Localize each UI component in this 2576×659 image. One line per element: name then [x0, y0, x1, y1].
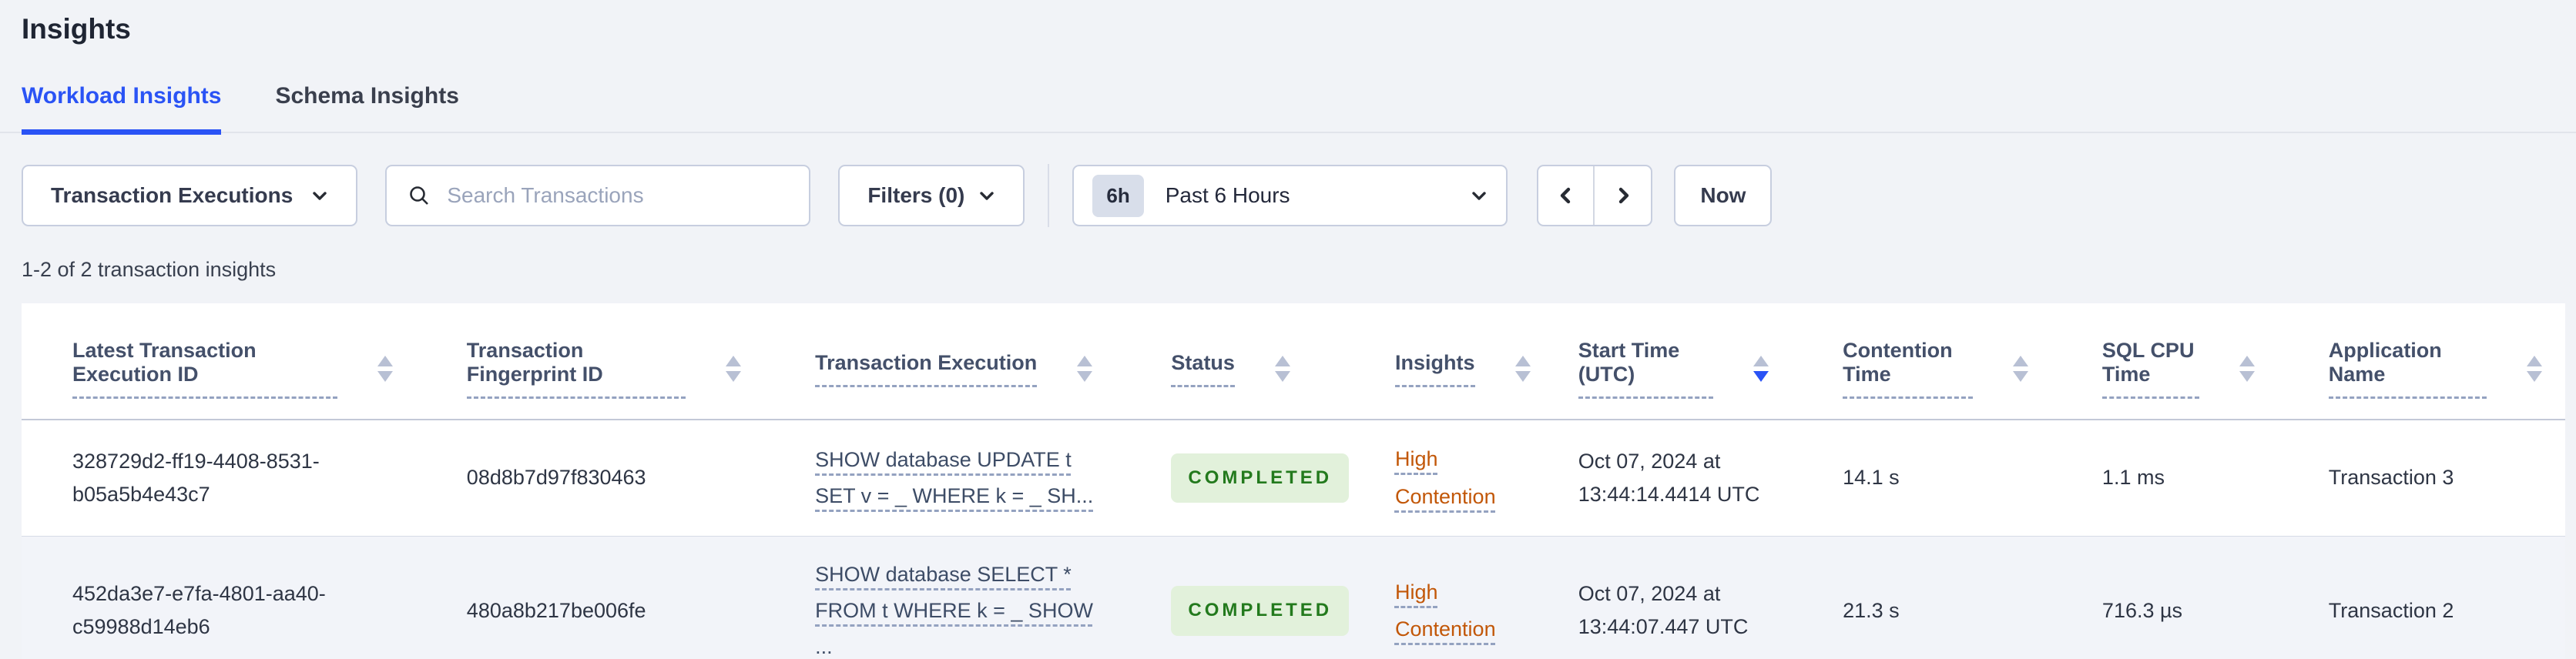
cell-start-time: Oct 07, 2024 at 13:44:07.447 UTC — [1578, 582, 1749, 639]
sort-icon — [1077, 356, 1093, 383]
insight-link[interactable]: High Contention — [1395, 447, 1496, 508]
status-badge: COMPLETED — [1171, 453, 1350, 503]
page-title: Insights — [22, 13, 131, 45]
cell-contention-time: 21.3 s — [1843, 598, 1900, 622]
execution-type-dropdown[interactable]: Transaction Executions — [22, 165, 358, 227]
header-latest-transaction-execution-id[interactable]: Latest Transaction Execution ID — [22, 303, 416, 421]
chevron-down-icon — [313, 192, 327, 201]
execution-type-label: Transaction Executions — [51, 183, 293, 208]
header-contention-time[interactable]: Contention Time — [1792, 303, 2051, 421]
sort-icon — [1514, 356, 1531, 383]
table-header-row: Latest Transaction Execution ID Transact… — [22, 303, 2565, 421]
header-transaction-execution[interactable]: Transaction Execution — [764, 303, 1121, 421]
insight-link[interactable]: High Contention — [1395, 580, 1496, 641]
sort-icon — [1753, 356, 1769, 383]
time-range-label: Past 6 Hours — [1165, 183, 1290, 208]
cell-fingerprint-id: 08d8b7d97f830463 — [466, 466, 646, 490]
table-row: 452da3e7-e7fa-4801-aa40-c59988d14eb6 480… — [22, 536, 2565, 659]
now-label: Now — [1700, 183, 1746, 208]
cell-application-name: Transaction 2 — [2328, 598, 2454, 622]
header-status[interactable]: Status — [1120, 303, 1344, 421]
search-box — [385, 165, 811, 227]
cell-contention-time: 14.1 s — [1843, 466, 1900, 490]
header-insights[interactable]: Insights — [1343, 303, 1531, 421]
chevron-down-icon — [980, 192, 995, 201]
cell-insights: High Contention — [1344, 420, 1528, 536]
time-nav-group — [1537, 165, 1653, 227]
cell-status: COMPLETED — [1120, 536, 1350, 659]
cell-latest-execution-id: 328729d2-ff19-4408-8531-b05a5b4e43c7 — [72, 449, 320, 506]
cell-fingerprint-id: 480a8b217be006fe — [466, 598, 646, 622]
cell-status: COMPLETED — [1120, 420, 1350, 536]
cell-application-name: Transaction 3 — [2328, 466, 2454, 490]
cell-transaction-execution: SHOW database UPDATE t SET v = _ WHERE k… — [764, 420, 1120, 536]
header-sql-cpu-time[interactable]: SQL CPU Time — [2051, 303, 2278, 421]
cell-start-time: Oct 07, 2024 at 13:44:14.4414 UTC — [1578, 449, 1760, 506]
chevron-down-icon — [1472, 192, 1487, 201]
previous-time-button[interactable] — [1538, 166, 1595, 226]
toolbar: Transaction Executions Filters (0) 6h Pa… — [22, 164, 2576, 228]
time-range-dropdown[interactable]: 6h Past 6 Hours — [1072, 165, 1508, 227]
toolbar-divider — [1048, 164, 1050, 228]
next-time-button[interactable] — [1595, 166, 1651, 225]
now-button[interactable]: Now — [1674, 165, 1773, 227]
chevron-left-icon — [1560, 188, 1571, 204]
transaction-insights-table: Latest Transaction Execution ID Transact… — [22, 303, 2565, 659]
tab-workload-insights[interactable]: Workload Insights — [22, 83, 222, 135]
results-summary: 1-2 of 2 transaction insights — [22, 258, 277, 282]
sort-icon — [2012, 356, 2028, 383]
header-application-name[interactable]: Application Name — [2277, 303, 2565, 421]
sort-icon — [1274, 356, 1290, 383]
cell-transaction-execution: SHOW database SELECT * FROM t WHERE k = … — [764, 536, 1120, 659]
sort-icon — [377, 356, 393, 383]
cell-insights: High Contention — [1344, 536, 1528, 659]
search-input[interactable] — [447, 183, 790, 209]
header-transaction-fingerprint-id[interactable]: Transaction Fingerprint ID — [415, 303, 765, 421]
time-range-badge: 6h — [1092, 174, 1144, 217]
search-icon — [410, 186, 429, 206]
tab-schema-insights[interactable]: Schema Insights — [275, 83, 458, 135]
transaction-execution-link[interactable]: SHOW database SELECT * FROM t WHERE k = … — [815, 563, 1093, 659]
table-row: 328729d2-ff19-4408-8531-b05a5b4e43c7 08d… — [22, 420, 2565, 537]
filters-button[interactable]: Filters (0) — [838, 165, 1025, 227]
transaction-execution-link[interactable]: SHOW database UPDATE t SET v = _ WHERE k… — [815, 448, 1093, 507]
header-start-time[interactable]: Start Time (UTC) — [1527, 303, 1793, 421]
cell-latest-execution-id: 452da3e7-e7fa-4801-aa40-c59988d14eb6 — [72, 582, 326, 639]
sort-icon — [726, 356, 742, 383]
cell-sql-cpu-time: 716.3 µs — [2101, 598, 2183, 622]
status-badge: COMPLETED — [1171, 586, 1350, 636]
filters-label: Filters (0) — [867, 183, 965, 208]
cell-sql-cpu-time: 1.1 ms — [2101, 466, 2165, 490]
tab-bar: Workload Insights Schema Insights — [0, 83, 2576, 135]
chevron-right-icon — [1618, 188, 1629, 204]
insights-table-card: Latest Transaction Execution ID Transact… — [22, 303, 2565, 659]
sort-icon — [2239, 356, 2255, 383]
sort-icon — [2527, 356, 2542, 383]
